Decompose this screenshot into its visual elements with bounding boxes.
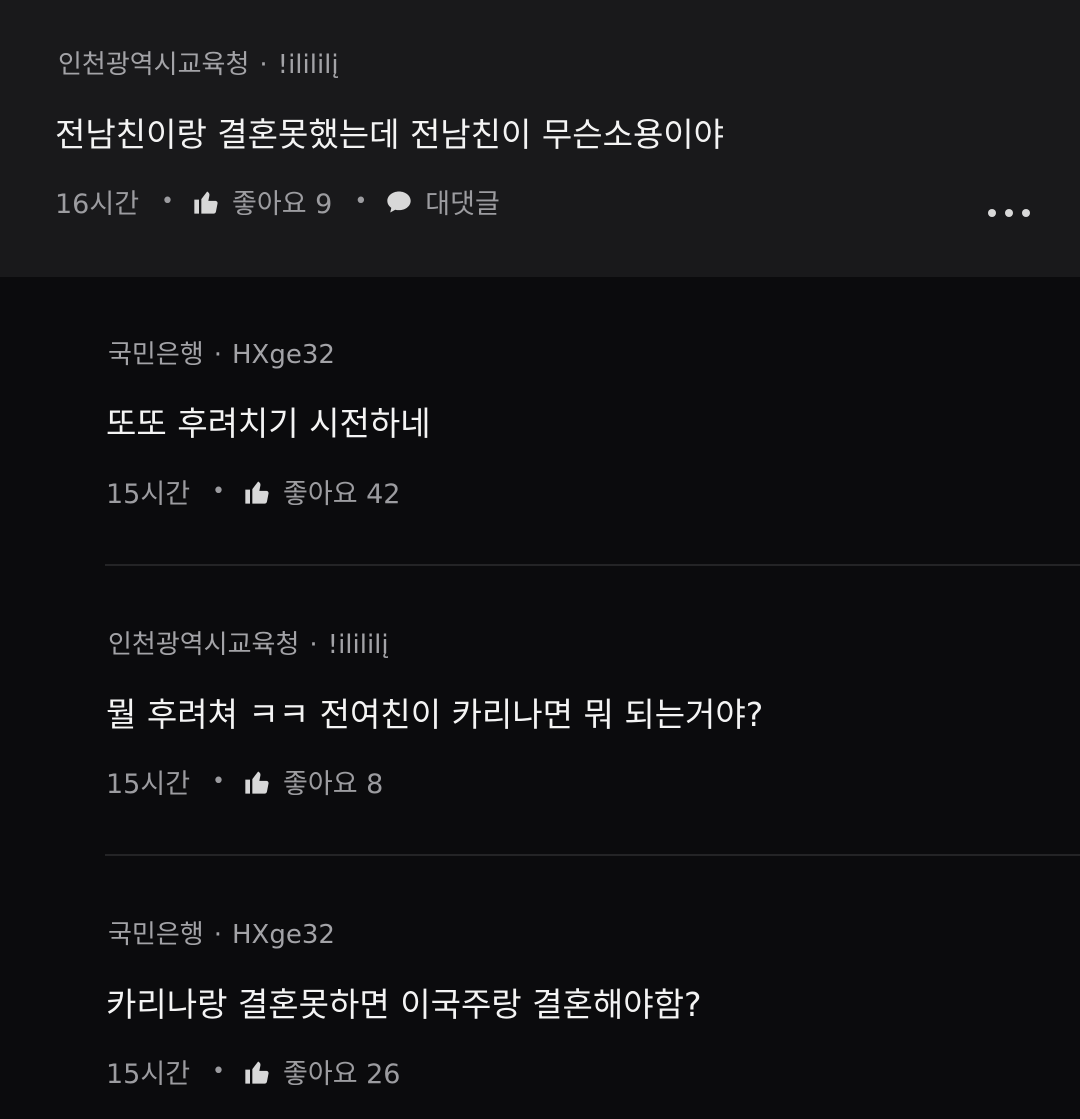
comment-author: 인천광역시교육청 · !ilililį: [58, 44, 339, 81]
author-handle: !ilililį: [327, 630, 389, 660]
comment-text: 또또 후려치기 시전하네: [106, 404, 431, 443]
comment-author: 국민은행 · HXge32: [108, 334, 335, 371]
separator-dot: •: [212, 479, 226, 504]
like-count[interactable]: 좋아요 42: [283, 472, 400, 511]
separator-dot: •: [161, 189, 175, 214]
thumbs-up-icon[interactable]: [243, 1058, 271, 1086]
comment-meta: 15시간 • 좋아요 42: [106, 472, 401, 511]
comment-time: 16시간: [55, 189, 140, 220]
comment-text: 카리나랑 결혼못하면 이국주랑 결혼해야함?: [106, 985, 702, 1024]
author-handle: !ilililį: [277, 50, 339, 80]
divider: [105, 564, 1080, 566]
comment-text: 뭘 후려쳐 ㅋㅋ 전여친이 카리나면 뭐 되는거야?: [106, 695, 764, 734]
separator-dot: ·: [259, 50, 268, 80]
author-name[interactable]: 인천광역시교육청: [108, 630, 299, 660]
separator-dot: •: [354, 189, 368, 214]
comment-author: 국민은행 · HXge32: [108, 914, 335, 951]
comment-author: 인천광역시교육청 · !ilililį: [108, 624, 389, 661]
thumbs-up-icon[interactable]: [192, 188, 220, 216]
comment-meta: 16시간 • 좋아요 9 • 대댓글: [55, 182, 500, 221]
author-name[interactable]: 국민은행: [108, 340, 204, 370]
comment-text: 전남친이랑 결혼못했는데 전남친이 무슨소용이야: [55, 115, 725, 154]
thumbs-up-icon[interactable]: [243, 478, 271, 506]
parent-comment: 인천광역시교육청 · !ilililį 전남친이랑 결혼못했는데 전남친이 무슨소용…: [0, 0, 1080, 277]
comment-meta: 15시간 • 좋아요 8: [106, 762, 383, 801]
dot: [988, 209, 996, 217]
author-name[interactable]: 국민은행: [108, 920, 204, 950]
reply-button[interactable]: 대댓글: [425, 182, 500, 221]
author-handle: HXge32: [231, 920, 335, 950]
dot: [1022, 209, 1030, 217]
comment-time: 15시간: [106, 769, 191, 800]
author-handle: HXge32: [231, 340, 335, 370]
more-dots-icon[interactable]: [988, 203, 1030, 223]
thumbs-up-icon[interactable]: [243, 768, 271, 796]
separator-dot: •: [212, 769, 226, 794]
author-name[interactable]: 인천광역시교육청: [58, 50, 249, 80]
separator-dot: ·: [213, 340, 222, 370]
comment-time: 15시간: [106, 1059, 191, 1090]
dot: [1005, 209, 1013, 217]
like-count[interactable]: 좋아요 26: [283, 1052, 400, 1091]
speech-bubble-icon[interactable]: [385, 188, 413, 216]
comment-meta: 15시간 • 좋아요 26: [106, 1052, 401, 1091]
comment-time: 15시간: [106, 479, 191, 510]
like-count[interactable]: 좋아요 9: [232, 182, 332, 221]
separator-dot: ·: [213, 920, 222, 950]
like-count[interactable]: 좋아요 8: [283, 762, 383, 801]
separator-dot: ·: [309, 630, 318, 660]
divider: [105, 854, 1080, 856]
separator-dot: •: [212, 1059, 226, 1084]
